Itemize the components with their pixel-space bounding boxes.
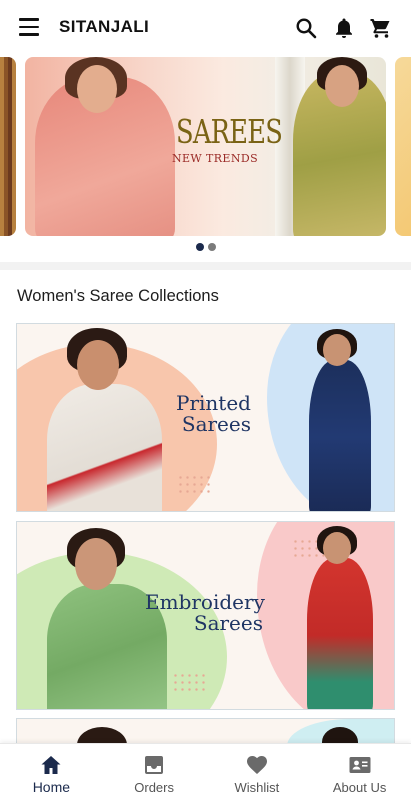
carousel-dot-1[interactable]: [195, 243, 204, 251]
card-dot-pattern: [172, 672, 208, 694]
model-face: [77, 65, 117, 113]
nav-home[interactable]: Home: [0, 744, 103, 800]
model-face: [325, 65, 359, 107]
nav-about-us-label: About Us: [332, 780, 387, 795]
nav-wishlist[interactable]: Wishlist: [206, 744, 309, 800]
banner-subtitle: NEW TRENDS: [171, 152, 259, 165]
carousel-slide-next[interactable]: [395, 57, 411, 236]
bottom-navigation: Home Orders Wishlist About Us: [0, 743, 411, 800]
nav-orders-label: Orders: [134, 780, 174, 795]
model-image: [47, 384, 162, 511]
model-face: [323, 334, 351, 366]
collection-card-embroidery[interactable]: Embroidery Sarees: [16, 521, 395, 710]
nav-home-label: Home: [32, 779, 71, 795]
model-image: [307, 558, 373, 709]
bell-icon[interactable]: [332, 16, 356, 40]
carousel-dot-2[interactable]: [207, 243, 216, 251]
nav-wishlist-label: Wishlist: [234, 780, 280, 795]
carousel-slide-current[interactable]: SAREES NEW TRENDS: [25, 57, 386, 236]
inbox-icon: [145, 756, 164, 774]
collection-title-line1: Embroidery: [145, 590, 265, 614]
collection-card-printed[interactable]: Printed Sarees: [16, 323, 395, 512]
collection-title-line2: Sarees: [193, 611, 263, 635]
home-icon: [41, 756, 61, 774]
nav-orders[interactable]: Orders: [103, 744, 206, 800]
section-title: Women's Saree Collections: [17, 287, 219, 305]
banner-carousel[interactable]: SAREES NEW TRENDS: [0, 57, 411, 238]
model-face: [75, 538, 117, 590]
card-dot-pattern: [177, 474, 213, 496]
collection-title-line2: Sarees: [181, 412, 251, 436]
heart-icon: [246, 756, 267, 774]
contact-card-icon: [349, 757, 371, 773]
collection-title-line1: Printed: [176, 391, 251, 415]
model-face: [323, 532, 351, 564]
app-title: SITANJALI: [59, 17, 150, 36]
carousel-slide-previous[interactable]: [0, 57, 16, 236]
nav-about-us[interactable]: About Us: [308, 744, 411, 800]
banner-title: SAREES: [176, 112, 283, 151]
collection-title: Printed Sarees: [157, 393, 251, 435]
carousel-indicator: [0, 243, 411, 251]
section-divider: [0, 262, 411, 270]
collection-title: Embroidery Sarees: [145, 590, 265, 635]
cart-icon[interactable]: [369, 16, 393, 40]
model-face: [77, 340, 119, 390]
app-bar: SITANJALI: [0, 0, 411, 56]
search-icon[interactable]: [294, 16, 318, 40]
menu-icon[interactable]: [19, 18, 39, 36]
model-image: [309, 360, 371, 511]
